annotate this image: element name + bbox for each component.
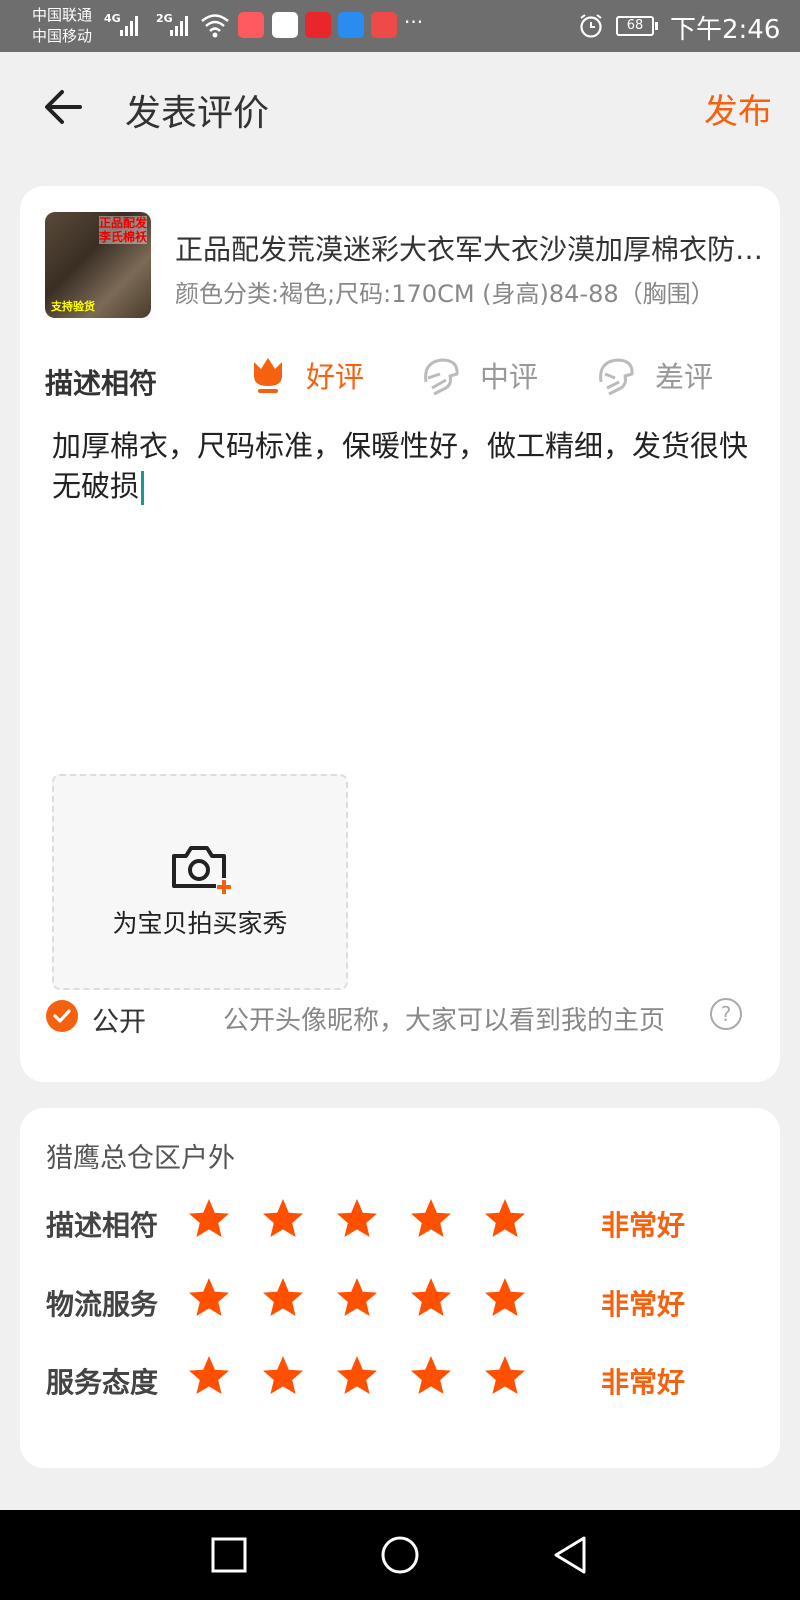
star-icon[interactable]: [408, 1196, 454, 1242]
star-icon[interactable]: [186, 1196, 232, 1242]
product-name: 正品配发荒漠迷彩大衣军大衣沙漠加厚棉衣防寒服冬季男: [175, 233, 765, 266]
star-icon[interactable]: [482, 1275, 528, 1321]
carrier-1: 中国联通: [32, 6, 93, 24]
star-icon[interactable]: [408, 1353, 454, 1399]
app-notification-icon: [238, 12, 264, 38]
rating-value: 非常好: [601, 1366, 686, 1399]
star-icon[interactable]: [482, 1353, 528, 1399]
star-icon[interactable]: [186, 1353, 232, 1399]
book-app-icon: [371, 12, 397, 38]
carrier-info: 中国联通 中国移动: [32, 5, 92, 47]
back-nav-icon[interactable]: [548, 1532, 594, 1578]
rating-row-label: 物流服务: [46, 1288, 159, 1321]
publish-button[interactable]: 发布: [704, 84, 772, 133]
star-icon[interactable]: [334, 1353, 380, 1399]
youku-icon: [272, 12, 298, 38]
app-notification-icon: [305, 12, 331, 38]
star-icon[interactable]: [334, 1275, 380, 1321]
more-notifications-icon: ···: [404, 10, 424, 34]
status-bar: 中国联通 中国移动 4G 2G ··· 68 下午2:46: [0, 0, 800, 52]
rating-row-label: 描述相符: [46, 1209, 159, 1242]
alarm-icon: [580, 14, 602, 38]
review-card: 正品配发 李氏棉袄 支持验货 正品配发荒漠迷彩大衣军大衣沙漠加厚棉衣防寒服冬季男…: [20, 186, 780, 1082]
rating-row-label: 服务态度: [46, 1366, 159, 1399]
carrier-2: 中国移动: [32, 27, 93, 45]
product-thumbnail: 正品配发 李氏棉袄 支持验货: [45, 212, 151, 318]
battery-indicator: 68: [616, 16, 658, 36]
shop-name: 猎鹰总仓区户外: [46, 1143, 235, 1174]
thumbnail-tag: 正品配发 李氏棉袄: [98, 216, 147, 244]
help-icon[interactable]: ?: [710, 998, 742, 1030]
neutral-face-icon: [424, 358, 459, 396]
rating-option-neutral[interactable]: 中评: [420, 350, 538, 400]
review-text-input[interactable]: 加厚棉衣，尺码标准，保暖性好，做工精细，发货很快无破损: [52, 426, 752, 506]
star-icon[interactable]: [334, 1196, 380, 1242]
star-icon[interactable]: [482, 1196, 528, 1242]
public-checkbox[interactable]: [46, 1000, 78, 1032]
checkmark-icon: [53, 1009, 71, 1023]
rating-option-label: 中评: [480, 360, 539, 394]
thumbnail-caption: 支持验货: [51, 300, 95, 313]
status-time: 下午2:46: [670, 15, 781, 45]
add-photo-label: 为宝贝拍买家秀: [112, 909, 288, 938]
rating-option-label: 好评: [306, 360, 365, 394]
add-photo-button[interactable]: 为宝贝拍买家秀: [52, 774, 348, 990]
rating-row-description: 描述相符 非常好: [46, 1196, 766, 1246]
signal-icon: [120, 14, 138, 36]
app-notification-icon: [338, 12, 364, 38]
text-cursor: [141, 471, 145, 505]
rating-row-logistics: 物流服务 非常好: [46, 1275, 766, 1325]
flower-icon: [254, 358, 282, 393]
signal-icon: [170, 14, 188, 36]
home-icon[interactable]: [377, 1532, 423, 1578]
rating-value: 非常好: [601, 1288, 686, 1321]
product-sku: 颜色分类:褐色;尺码:170CM (身高)84-88（胸围）: [175, 280, 715, 308]
star-icon[interactable]: [186, 1275, 232, 1321]
star-rating[interactable]: [186, 1196, 528, 1242]
shop-rating-card: 猎鹰总仓区户外 描述相符 非常好 物流服务 非常好 服务态度 非常好: [20, 1108, 780, 1468]
back-arrow-icon[interactable]: [40, 82, 90, 132]
camera-add-icon: [172, 846, 232, 896]
public-label: 公开: [92, 1007, 146, 1038]
star-icon[interactable]: [408, 1275, 454, 1321]
wifi-icon: [201, 14, 229, 38]
system-nav-bar: [0, 1510, 800, 1600]
recent-apps-icon[interactable]: [206, 1532, 252, 1578]
description-match-label: 描述相符: [45, 367, 158, 400]
page-title: 发表评价: [125, 93, 270, 134]
rating-value: 非常好: [601, 1209, 686, 1242]
rating-option-label: 差评: [655, 360, 714, 394]
star-rating[interactable]: [186, 1353, 528, 1399]
star-icon[interactable]: [260, 1196, 306, 1242]
star-rating[interactable]: [186, 1275, 528, 1321]
network-type-1: 4G: [104, 12, 121, 25]
review-text: 加厚棉衣，尺码标准，保暖性好，做工精细，发货很快无破损: [52, 429, 749, 503]
rating-row-service: 服务态度 非常好: [46, 1353, 766, 1403]
star-icon[interactable]: [260, 1353, 306, 1399]
app-header: 发表评价 发布: [0, 52, 800, 162]
rating-option-good[interactable]: 好评: [248, 350, 364, 400]
sad-face-icon: [599, 358, 634, 396]
rating-option-bad[interactable]: 差评: [595, 350, 713, 400]
star-icon[interactable]: [260, 1275, 306, 1321]
public-hint: 公开头像昵称，大家可以看到我的主页: [223, 1006, 666, 1036]
